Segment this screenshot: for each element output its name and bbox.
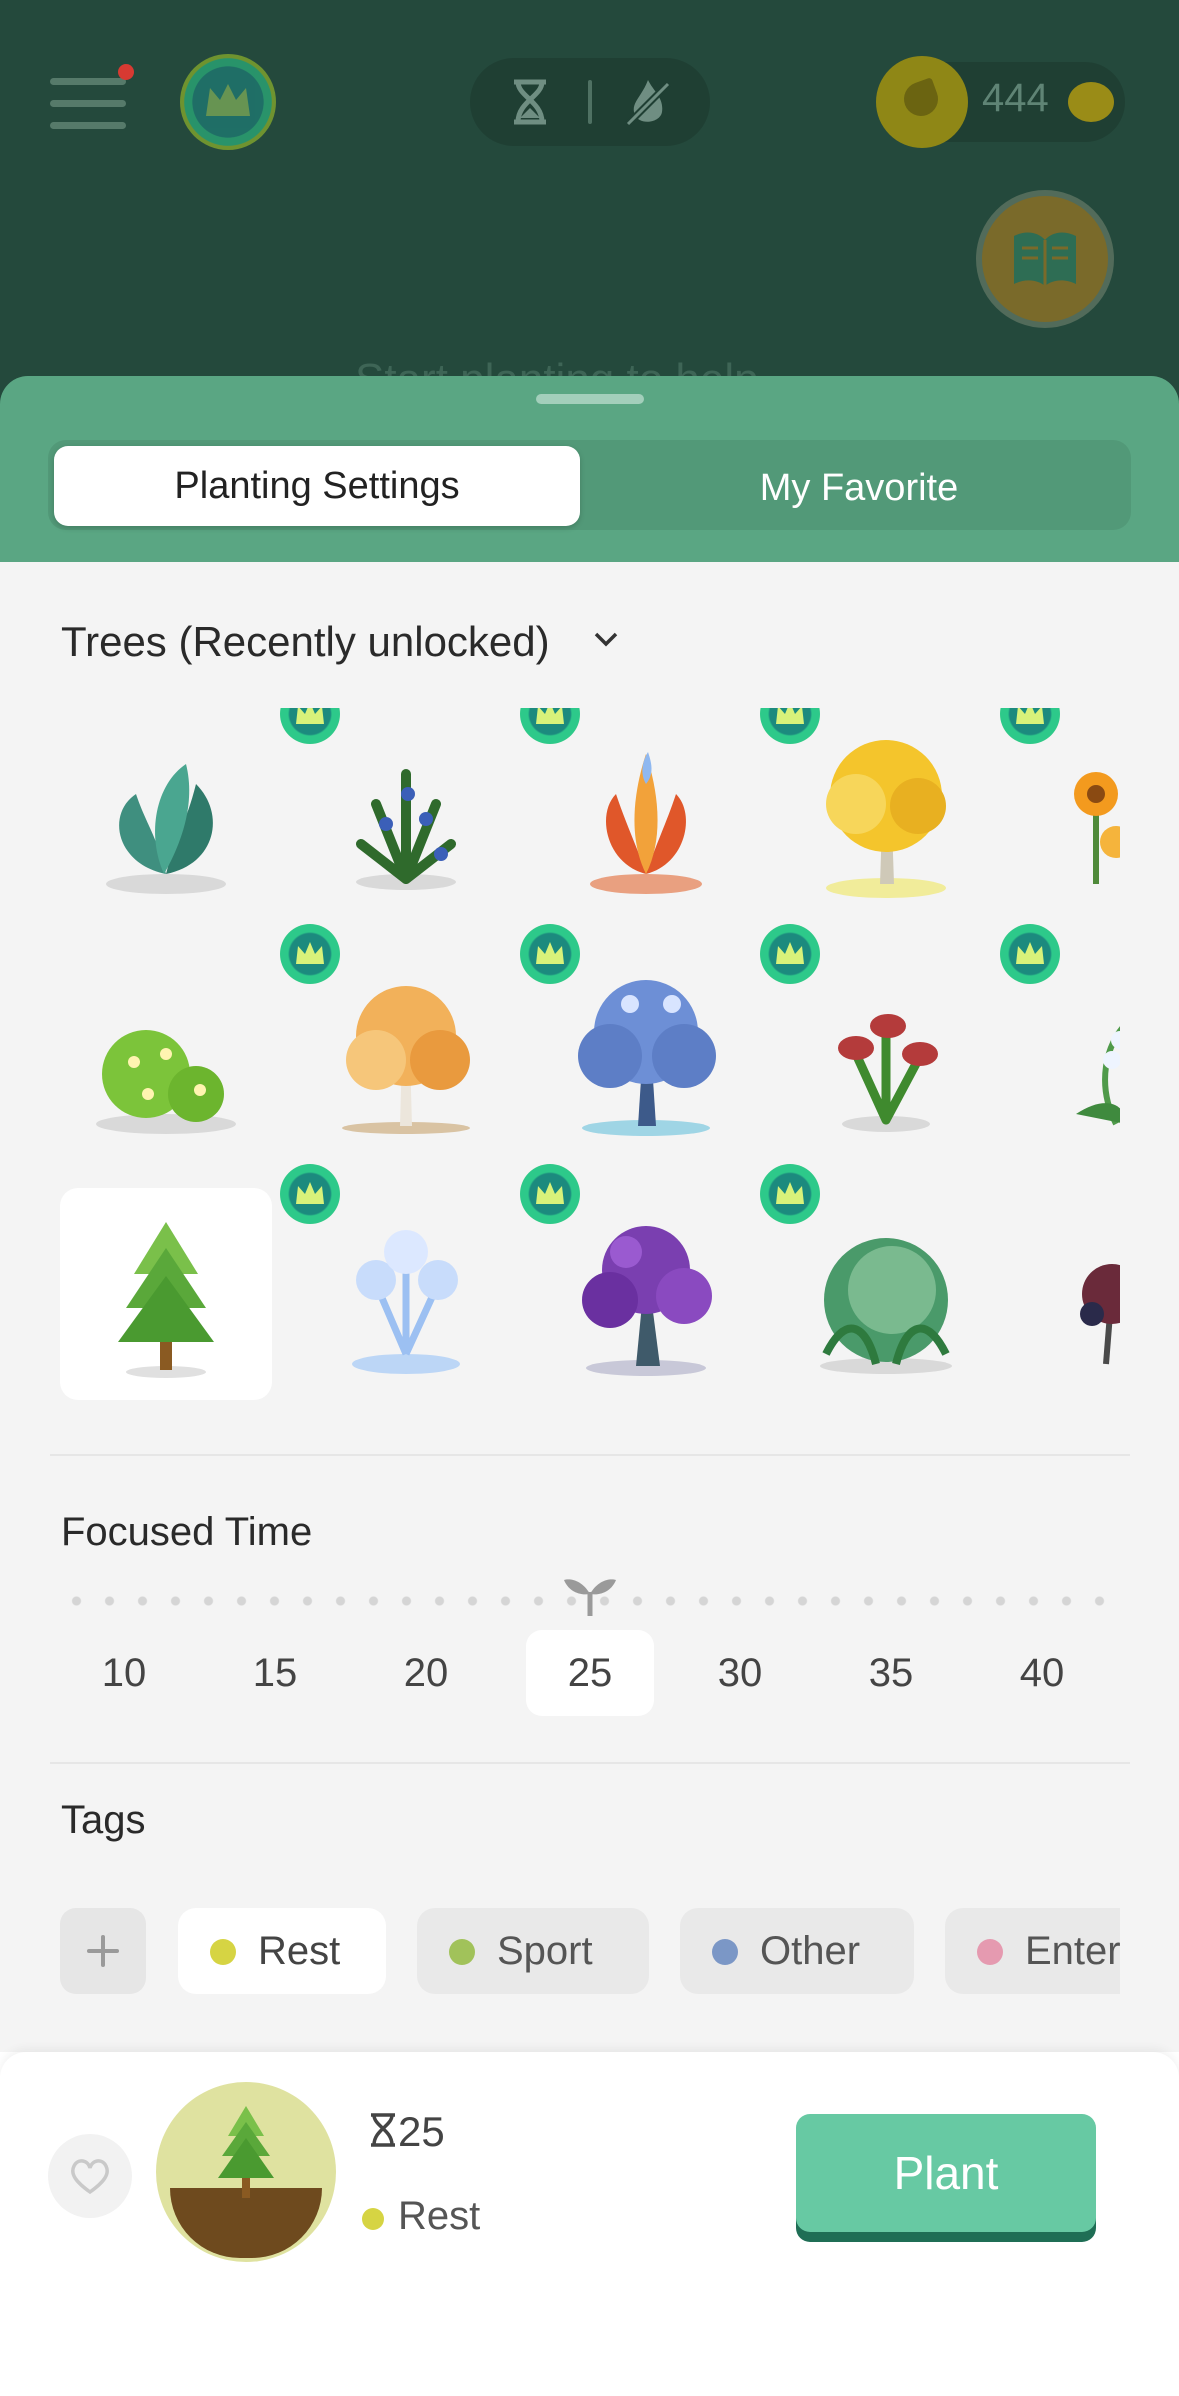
time-option-10[interactable]: 10: [60, 1630, 188, 1716]
tags-title: Tags: [61, 1798, 146, 1842]
tag-color-dot: [977, 1939, 1003, 1965]
tree-fern-globe[interactable]: [760, 1164, 992, 1400]
plant-button[interactable]: Plant: [796, 2114, 1096, 2232]
tag-rest[interactable]: Rest: [178, 1908, 386, 1994]
tree-sunflower[interactable]: [1000, 708, 1120, 920]
selected-tree-preview: [156, 2082, 336, 2262]
tree-pine-selected[interactable]: [60, 1188, 272, 1400]
tree-fire-flower[interactable]: [520, 708, 752, 920]
tag-color-dot: [712, 1939, 738, 1965]
tree-ice-flower[interactable]: [280, 1164, 512, 1400]
summary-tag-dot: [362, 2208, 384, 2230]
time-option-40[interactable]: 40: [978, 1630, 1106, 1716]
planting-settings-panel: Trees (Recently unlocked) Focused Time 1…: [0, 562, 1179, 2052]
hourglass-icon: [514, 79, 546, 125]
tag-list: Rest Sport Other Enter: [60, 1908, 1120, 1994]
book-icon[interactable]: [976, 190, 1114, 328]
tab-planting-settings[interactable]: Planting Settings: [54, 446, 580, 526]
coin-count: 444: [982, 76, 1049, 120]
tag-other[interactable]: Other: [680, 1908, 914, 1994]
section-divider: [50, 1762, 1130, 1764]
tag-label: Other: [760, 1929, 861, 1973]
tab-my-favorite[interactable]: My Favorite: [596, 448, 1122, 528]
focused-time-options: 10 15 20 25 30 35 40: [60, 1630, 1120, 1716]
bottom-sheet-header: Planting Settings My Favorite: [0, 376, 1179, 562]
tree-grid: [60, 708, 1120, 1408]
seed-coin-icon: [876, 56, 968, 148]
time-option-15[interactable]: 15: [211, 1630, 339, 1716]
tag-color-dot: [210, 1939, 236, 1965]
time-option-30[interactable]: 30: [676, 1630, 804, 1716]
tree-monstera[interactable]: [60, 708, 272, 920]
sprout-slider-thumb-icon[interactable]: [562, 1572, 618, 1618]
favorite-heart-button[interactable]: [48, 2134, 132, 2218]
tree-venus-flytrap[interactable]: [760, 924, 992, 1160]
plant-summary-bar: 25 Rest Plant: [0, 2052, 1179, 2396]
sheet-drag-handle[interactable]: [536, 394, 644, 404]
add-tag-button[interactable]: [60, 1908, 146, 1994]
tree-dark-rose[interactable]: [1020, 1188, 1120, 1400]
tree-blue-spirit-tree[interactable]: [520, 924, 752, 1160]
notification-dot: [118, 64, 134, 80]
time-option-25-selected[interactable]: 25: [526, 1630, 654, 1716]
tree-blueberry-bush[interactable]: [280, 708, 512, 920]
segmented-control: Planting Settings My Favorite: [48, 440, 1131, 530]
tree-purple-rose-tree[interactable]: [520, 1164, 752, 1400]
tree-golden-tree[interactable]: [760, 708, 992, 920]
mode-switch[interactable]: [470, 58, 710, 146]
summary-time: 25: [398, 2108, 445, 2155]
coin-icon: [1068, 82, 1114, 122]
time-option-35[interactable]: 35: [827, 1630, 955, 1716]
tree-flower-bush[interactable]: [60, 948, 272, 1160]
deep-focus-icon: [625, 80, 671, 127]
tag-label: Enter: [1025, 1929, 1120, 1973]
trees-section-title[interactable]: Trees (Recently unlocked): [61, 618, 550, 666]
time-option-20[interactable]: 20: [362, 1630, 490, 1716]
top-bar: 444 Start planting to help: [0, 0, 1179, 420]
chevron-down-icon[interactable]: [592, 630, 620, 650]
summary-tag: Rest: [398, 2194, 481, 2238]
tag-label: Rest: [258, 1929, 341, 1973]
tree-autumn-birch[interactable]: [280, 924, 512, 1160]
tag-label: Sport: [497, 1929, 593, 1973]
tag-color-dot: [449, 1939, 475, 1965]
tree-lily-of-valley[interactable]: [1000, 924, 1120, 1160]
tag-sport[interactable]: Sport: [417, 1908, 649, 1994]
heart-icon: [71, 2159, 109, 2195]
menu-icon[interactable]: [50, 72, 128, 132]
hourglass-icon: [371, 2113, 395, 2147]
focused-time-title: Focused Time: [61, 1510, 313, 1554]
premium-crown-icon[interactable]: [180, 54, 276, 150]
tag-enter[interactable]: Enter: [945, 1908, 1120, 1994]
section-divider: [50, 1454, 1130, 1456]
